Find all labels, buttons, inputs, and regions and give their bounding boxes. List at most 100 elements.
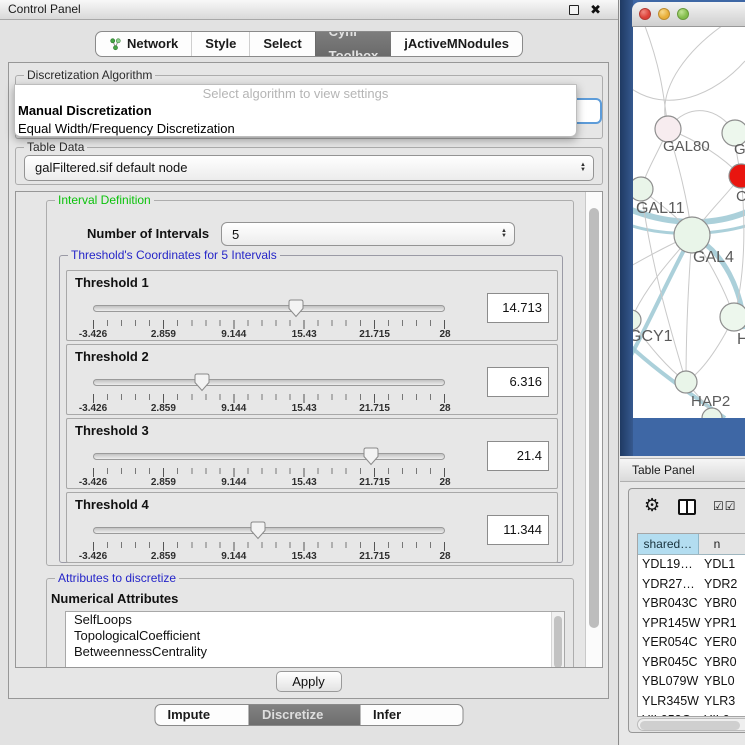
network-node-h[interactable] bbox=[720, 303, 745, 331]
column-header-shared[interactable]: shared… bbox=[638, 534, 699, 554]
number-of-intervals-combobox[interactable]: 5 ▲▼ bbox=[221, 222, 515, 246]
split-columns-icon[interactable] bbox=[678, 499, 696, 515]
slider-track[interactable] bbox=[93, 527, 445, 534]
tab-discretize-data[interactable]: Discretize Data bbox=[249, 705, 361, 725]
number-of-intervals-label: Number of Intervals bbox=[87, 226, 209, 241]
table-panel-toolbar: ⚙ ☑☑ bbox=[629, 493, 745, 523]
settings-scrollpane: Interval Definition Number of Intervals … bbox=[15, 191, 603, 668]
threshold-2-panel: Threshold 2 -3.426 2.859 bbox=[66, 344, 558, 415]
threshold-4-title: Threshold 4 bbox=[75, 497, 149, 512]
list-item-topologicalcoefficient[interactable]: TopologicalCoefficient bbox=[66, 628, 564, 644]
settings-vertical-scrollbar[interactable] bbox=[585, 192, 602, 667]
tab-network[interactable]: Network bbox=[96, 32, 191, 56]
slider-track[interactable] bbox=[93, 453, 445, 460]
threshold-4-value-field[interactable]: 11.344 bbox=[487, 515, 549, 545]
table-horizontal-scrollbar[interactable] bbox=[637, 718, 745, 731]
dropdown-option-manual[interactable]: Manual Discretization bbox=[15, 102, 576, 120]
table-row[interactable]: YDL19…YDL1 bbox=[638, 555, 745, 575]
thresholds-coordinates-group: Threshold's Coordinates for 5 Intervals … bbox=[59, 255, 563, 563]
combobox-stepper-icon: ▲▼ bbox=[501, 229, 507, 239]
network-node-red[interactable] bbox=[729, 164, 745, 188]
slider-tick-labels: -3.426 2.859 9.144 15.43 21.715 28 bbox=[93, 551, 445, 563]
list-item-betweennesscentrality[interactable]: BetweennessCentrality bbox=[66, 644, 564, 660]
discretization-algorithm-label: Discretization Algorithm bbox=[24, 68, 155, 82]
network-canvas[interactable]: GAL80 GA C GAL11 GAL4 GCY1 H HAP2 bbox=[633, 27, 745, 418]
tab-style[interactable]: Style bbox=[191, 32, 249, 56]
tab-select[interactable]: Select bbox=[249, 32, 314, 56]
slider-thumb[interactable] bbox=[250, 521, 267, 540]
threshold-2-slider[interactable]: -3.426 2.859 9.144 15.43 21.715 28 bbox=[93, 373, 445, 409]
threshold-4-slider[interactable]: -3.426 2.859 9.144 15.43 21.715 28 bbox=[93, 521, 445, 557]
node-label-partial-low: H bbox=[737, 331, 745, 348]
network-tab-icon bbox=[109, 38, 122, 51]
combobox-stepper-icon: ▲▼ bbox=[580, 163, 586, 173]
table-data-value: galFiltered.sif default node bbox=[35, 156, 187, 180]
cyni-toolbox-panel: Discretization Algorithm Select algorith… bbox=[8, 62, 609, 699]
network-node-hap2[interactable] bbox=[675, 371, 697, 393]
tab-style-label: Style bbox=[205, 32, 236, 56]
dropdown-option-equal-width[interactable]: Equal Width/Frequency Discretization bbox=[15, 120, 576, 138]
control-panel-title: Control Panel bbox=[8, 0, 81, 19]
network-node-gal4[interactable] bbox=[674, 217, 710, 253]
list-scrollbar-thumb[interactable] bbox=[554, 616, 562, 668]
gear-icon[interactable]: ⚙ bbox=[644, 495, 660, 516]
apply-button[interactable]: Apply bbox=[276, 671, 342, 692]
tab-jactivemnodules[interactable]: jActiveMNodules bbox=[391, 32, 522, 56]
settings-scrollbar-thumb[interactable] bbox=[589, 208, 599, 628]
close-icon[interactable]: ✖ bbox=[590, 0, 601, 19]
table-row[interactable]: YBL079WYBL0 bbox=[638, 672, 745, 692]
table-row[interactable]: YBR043CYBR0 bbox=[638, 594, 745, 614]
threshold-4-panel: Threshold 4 -3.426 2.859 bbox=[66, 492, 558, 563]
node-label-gal11: GAL11 bbox=[636, 200, 685, 217]
table-panel-titlebar: Table Panel bbox=[620, 458, 745, 482]
network-window: GAL80 GA C GAL11 GAL4 GCY1 H HAP2 bbox=[620, 0, 745, 456]
node-label-gal80: GAL80 bbox=[663, 138, 710, 155]
table-data-combobox[interactable]: galFiltered.sif default node ▲▼ bbox=[24, 155, 594, 181]
threshold-2-value-field[interactable]: 6.316 bbox=[487, 367, 549, 397]
table-row[interactable]: YBR045CYBR0 bbox=[638, 653, 745, 673]
node-table: shared… n YDL19…YDL1 YDR27…YDR2 YBR043CY… bbox=[637, 533, 745, 717]
slider-thumb[interactable] bbox=[363, 447, 380, 466]
tab-infer-network[interactable]: Infer Network bbox=[361, 705, 463, 725]
slider-thumb[interactable] bbox=[288, 299, 305, 318]
network-node-gcy1[interactable] bbox=[633, 310, 641, 330]
dropdown-placeholder-item[interactable]: Select algorithm to view settings bbox=[15, 85, 576, 102]
network-window-titlebar bbox=[632, 2, 745, 27]
close-traffic-light-icon[interactable] bbox=[639, 8, 651, 20]
slider-track[interactable] bbox=[93, 379, 445, 386]
threshold-1-title: Threshold 1 bbox=[75, 275, 149, 290]
tab-network-label: Network bbox=[127, 32, 178, 56]
node-label-hap2: HAP2 bbox=[691, 393, 730, 410]
table-row[interactable]: YER054CYER0 bbox=[638, 633, 745, 653]
list-item-selfloops[interactable]: SelfLoops bbox=[66, 612, 564, 628]
threshold-3-slider[interactable]: -3.426 2.859 9.144 15.43 21.715 28 bbox=[93, 447, 445, 483]
table-row[interactable]: YDR27…YDR2 bbox=[638, 575, 745, 595]
table-row[interactable]: YIL053CYIL0 bbox=[638, 711, 745, 717]
select-columns-icon[interactable]: ☑☑ bbox=[713, 499, 737, 513]
threshold-1-slider[interactable]: -3.426 2.859 9.144 15.43 21.715 28 bbox=[93, 299, 445, 335]
network-window-frame bbox=[620, 0, 633, 456]
tab-select-label: Select bbox=[263, 32, 301, 56]
threshold-3-value-field[interactable]: 21.4 bbox=[487, 441, 549, 471]
network-node-gal11[interactable] bbox=[633, 177, 653, 201]
interval-definition-label: Interval Definition bbox=[55, 193, 154, 207]
numerical-attributes-heading: Numerical Attributes bbox=[51, 591, 178, 606]
table-row[interactable]: YPR145WYPR1 bbox=[638, 614, 745, 634]
tab-impute-data[interactable]: Impute Data bbox=[156, 705, 249, 725]
column-header-name[interactable]: n bbox=[699, 534, 745, 554]
threshold-1-value-field[interactable]: 14.713 bbox=[487, 293, 549, 323]
table-row[interactable]: YLR345WYLR3 bbox=[638, 692, 745, 712]
slider-track[interactable] bbox=[93, 305, 445, 312]
node-label-gal4: GAL4 bbox=[693, 249, 734, 266]
tab-cyni-toolbox-label: Cyni Toolbox bbox=[329, 31, 379, 57]
table-hscrollbar-thumb[interactable] bbox=[640, 721, 740, 730]
interval-definition-group: Interval Definition Number of Intervals … bbox=[46, 200, 574, 566]
float-window-icon[interactable] bbox=[569, 5, 579, 15]
slider-thumb[interactable] bbox=[194, 373, 211, 392]
threshold-3-panel: Threshold 3 -3.426 2.859 bbox=[66, 418, 558, 489]
thresholds-coordinates-label: Threshold's Coordinates for 5 Intervals bbox=[68, 248, 280, 262]
tab-cyni-toolbox[interactable]: Cyni Toolbox bbox=[315, 32, 392, 56]
minimize-traffic-light-icon[interactable] bbox=[658, 8, 670, 20]
zoom-traffic-light-icon[interactable] bbox=[677, 8, 689, 20]
list-scrollbar[interactable] bbox=[551, 612, 564, 668]
